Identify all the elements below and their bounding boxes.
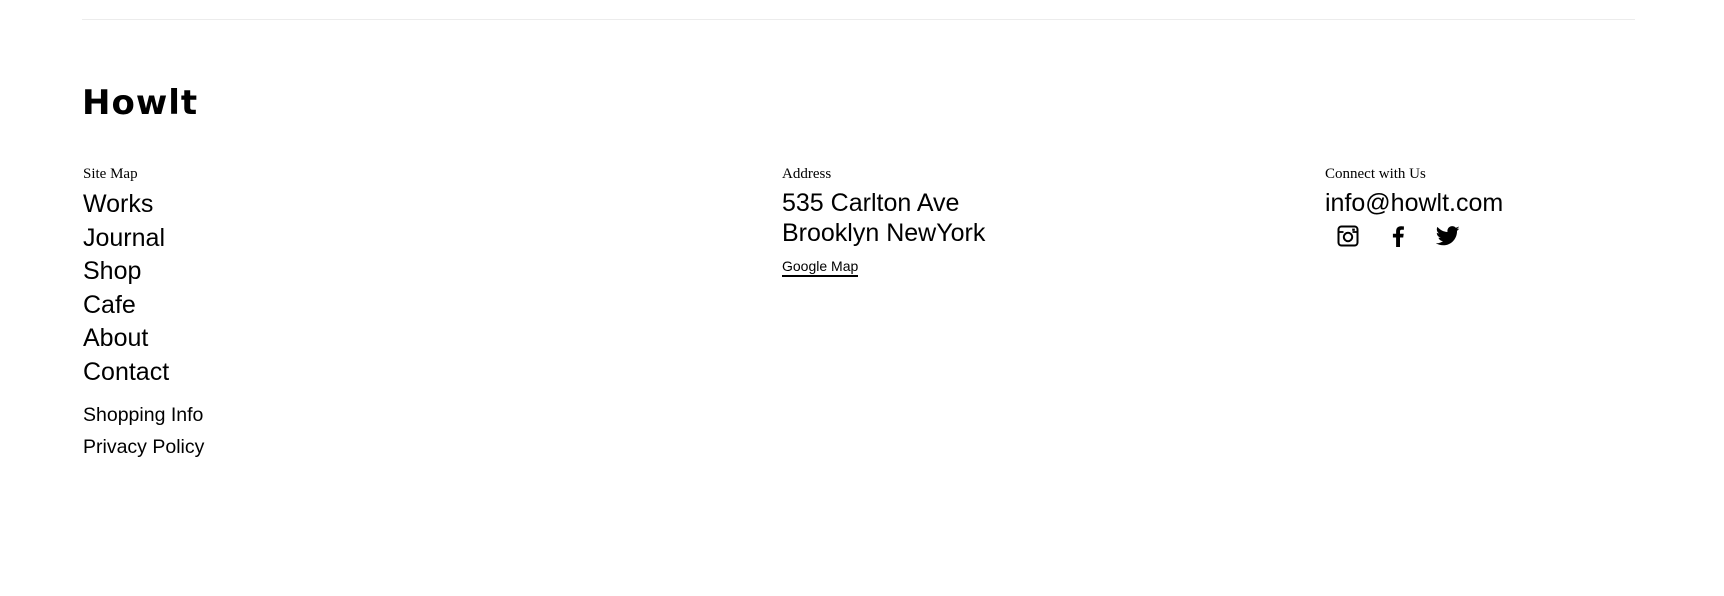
sitemap-heading: Site Map <box>83 166 138 182</box>
instagram-link[interactable] <box>1336 224 1360 248</box>
facebook-icon <box>1392 226 1404 247</box>
address-line-1: 535 Carlton Ave <box>782 189 960 217</box>
nav-link-cafe[interactable]: Cafe <box>83 289 204 323</box>
sitemap-main-nav: Works Journal Shop Cafe About Contact <box>83 188 204 389</box>
instagram-icon <box>1337 225 1359 247</box>
brand-logo[interactable]: Howlt <box>82 86 198 120</box>
nav-link-journal[interactable]: Journal <box>83 222 204 256</box>
address-section: Address 535 Carlton Ave Brooklyn NewYork… <box>782 166 985 277</box>
top-divider <box>82 19 1635 20</box>
connect-heading: Connect with Us <box>1325 166 1426 182</box>
google-map-link[interactable]: Google Map <box>782 258 859 277</box>
nav-link-contact[interactable]: Contact <box>83 356 204 390</box>
nav-link-shop[interactable]: Shop <box>83 255 204 289</box>
sitemap-section: Site Map Works Journal Shop Cafe About C… <box>83 166 204 463</box>
email-link[interactable]: info@howlt.com <box>1325 188 1503 218</box>
social-links <box>1336 224 1503 248</box>
nav-link-works[interactable]: Works <box>83 188 204 222</box>
twitter-link[interactable] <box>1436 224 1460 248</box>
nav-link-shopping-info[interactable]: Shopping Info <box>83 399 204 431</box>
address-line-2: Brooklyn NewYork <box>782 219 986 247</box>
address-heading: Address <box>782 166 832 182</box>
facebook-link[interactable] <box>1386 224 1410 248</box>
nav-link-about[interactable]: About <box>83 322 204 356</box>
nav-link-privacy-policy[interactable]: Privacy Policy <box>83 431 204 463</box>
connect-section: Connect with Us info@howlt.com <box>1325 166 1503 248</box>
sitemap-secondary-nav: Shopping Info Privacy Policy <box>83 399 204 463</box>
twitter-icon <box>1436 226 1460 246</box>
